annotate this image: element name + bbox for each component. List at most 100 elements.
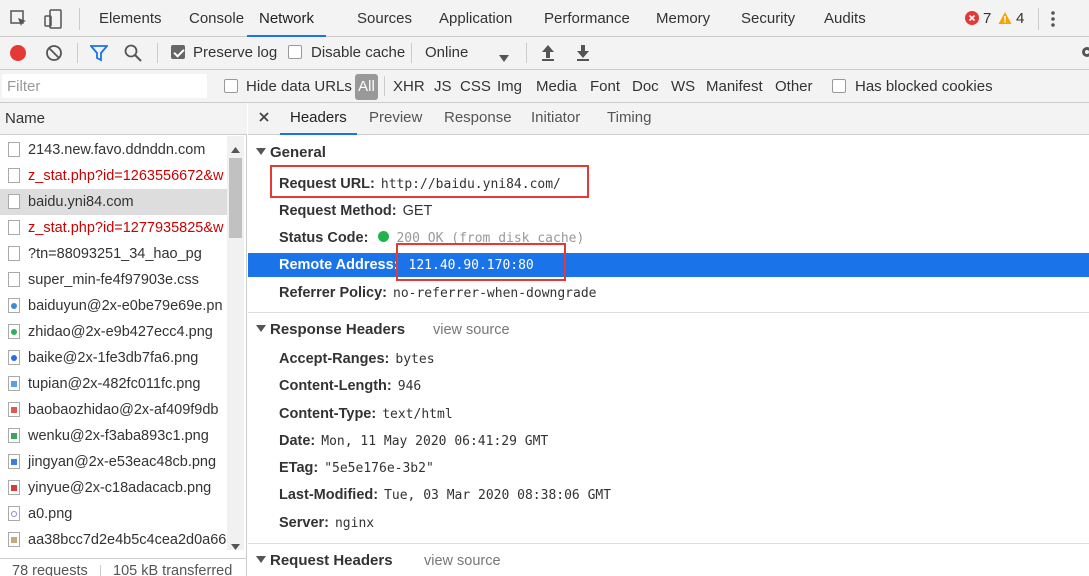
header-row[interactable]: Content-Type: text/html	[279, 402, 453, 426]
tab-headers[interactable]: Headers	[280, 103, 357, 135]
tab-performance[interactable]: Performance	[544, 0, 630, 37]
filter-type-media[interactable]: Media	[536, 70, 577, 103]
filter-type-manifest[interactable]: Manifest	[706, 70, 763, 103]
divider	[100, 565, 101, 576]
request-row[interactable]: super_min-fe4f97903e.css	[0, 267, 227, 293]
image-icon	[8, 298, 20, 313]
view-source-link[interactable]: view source	[424, 550, 501, 572]
header-row[interactable]: ETag: "5e5e176e-3b2"	[279, 456, 434, 480]
hide-data-urls-checkbox[interactable]	[224, 79, 238, 93]
request-row[interactable]: yinyue@2x-c18adacacb.png	[0, 475, 227, 501]
request-row[interactable]: aa38bcc7d2e4b5c4cea2d0a66	[0, 527, 227, 553]
scrollbar-thumb[interactable]	[229, 158, 242, 238]
header-row[interactable]: Server: nginx	[279, 511, 374, 535]
header-key: Request Method:	[279, 203, 397, 219]
throttling-select[interactable]: Online	[425, 37, 468, 69]
tab-initiator[interactable]: Initiator	[531, 103, 580, 135]
preserve-log-label[interactable]: Preserve log	[193, 37, 277, 69]
tab-network[interactable]: Network	[247, 0, 327, 37]
request-row[interactable]: z_stat.php?id=1263556672&w	[0, 163, 227, 189]
tab-elements[interactable]: Elements	[99, 0, 162, 37]
triangle-down-icon	[256, 325, 266, 332]
close-icon[interactable]	[258, 111, 270, 127]
chevron-up-icon[interactable]	[231, 141, 240, 157]
filter-type-other[interactable]: Other	[775, 70, 813, 103]
tab-response[interactable]: Response	[444, 103, 512, 135]
response-headers-section-toggle[interactable]: Response Headers	[256, 319, 405, 341]
filter-type-css[interactable]: CSS	[460, 70, 491, 103]
request-row[interactable]: baiduyun@2x-e0be79e69e.pn	[0, 293, 227, 319]
requests-scrollbar[interactable]	[227, 136, 244, 550]
import-har-icon[interactable]	[540, 44, 556, 66]
request-row[interactable]: 2143.new.favo.ddnddn.com	[0, 137, 227, 163]
tab-memory[interactable]: Memory	[656, 0, 710, 37]
record-icon[interactable]	[10, 45, 26, 61]
name-column-header[interactable]: Name	[0, 103, 247, 135]
filter-type-all[interactable]: All	[355, 74, 378, 100]
request-headers-section-toggle[interactable]: Request Headers	[256, 550, 393, 572]
request-row[interactable]: tupian@2x-482fc011fc.png	[0, 371, 227, 397]
preserve-log-checkbox[interactable]	[171, 45, 185, 59]
header-row[interactable]: Referrer Policy: no-referrer-when-downgra…	[279, 281, 597, 305]
request-name: aa38bcc7d2e4b5c4cea2d0a66	[28, 532, 227, 548]
request-row[interactable]: baike@2x-1fe3db7fa6.png	[0, 345, 227, 371]
devtools-tab-bar: Elements Console Network Sources Applica…	[0, 0, 1089, 37]
chevron-down-icon[interactable]	[499, 50, 509, 66]
header-value: text/html	[382, 407, 453, 422]
view-source-link[interactable]: view source	[433, 319, 510, 341]
filter-type-font[interactable]: Font	[590, 70, 620, 103]
filter-type-js[interactable]: JS	[434, 70, 452, 103]
more-options-icon[interactable]	[1050, 10, 1056, 32]
has-blocked-cookies-label[interactable]: Has blocked cookies	[855, 70, 993, 103]
request-row-selected[interactable]: baidu.yni84.com	[0, 189, 227, 215]
filter-type-ws[interactable]: WS	[671, 70, 695, 103]
warning-icon[interactable]	[998, 11, 1012, 29]
disable-cache-label[interactable]: Disable cache	[311, 37, 405, 69]
tab-console[interactable]: Console	[189, 0, 244, 37]
clear-icon[interactable]	[45, 44, 63, 66]
request-row[interactable]: zhidao@2x-e9b427ecc4.png	[0, 319, 227, 345]
header-row[interactable]: Content-Length: 946	[279, 374, 421, 398]
request-row[interactable]: jingyan@2x-e53eac48cb.png	[0, 449, 227, 475]
has-blocked-cookies-checkbox[interactable]	[832, 79, 846, 93]
requests-list: Name 2143.new.favo.ddnddn.com z_stat.php…	[0, 103, 247, 576]
general-section-toggle[interactable]: General	[256, 142, 326, 164]
header-row[interactable]: Date: Mon, 11 May 2020 06:41:29 GMT	[279, 429, 548, 453]
filter-type-img[interactable]: Img	[497, 70, 522, 103]
error-icon[interactable]	[965, 11, 979, 25]
request-name: super_min-fe4f97903e.css	[28, 272, 199, 288]
chevron-down-icon[interactable]	[231, 538, 240, 554]
tab-timing[interactable]: Timing	[607, 103, 651, 135]
warning-count[interactable]: 4	[1016, 0, 1024, 37]
disable-cache-checkbox[interactable]	[288, 45, 302, 59]
inspect-element-icon[interactable]	[8, 8, 30, 30]
filter-input[interactable]	[2, 74, 207, 98]
device-toolbar-icon[interactable]	[42, 8, 64, 30]
header-row[interactable]: Last-Modified: Tue, 03 Mar 2020 08:38:06 …	[279, 483, 611, 507]
export-har-icon[interactable]	[575, 44, 591, 66]
filter-type-doc[interactable]: Doc	[632, 70, 659, 103]
request-row[interactable]: ?tn=88093251_34_hao_pg	[0, 241, 227, 267]
image-icon	[8, 454, 20, 469]
filter-type-xhr[interactable]: XHR	[393, 70, 425, 103]
settings-gear-icon[interactable]	[1079, 44, 1089, 64]
error-count[interactable]: 7	[983, 0, 991, 37]
search-icon[interactable]	[124, 44, 142, 66]
header-row[interactable]: Accept-Ranges: bytes	[279, 347, 435, 371]
section-title: Request Headers	[270, 552, 393, 569]
request-row[interactable]: baobaozhidao@2x-af409f9db	[0, 397, 227, 423]
request-row[interactable]: z_stat.php?id=1277935825&w	[0, 215, 227, 241]
tab-sources[interactable]: Sources	[357, 0, 412, 37]
tab-preview[interactable]: Preview	[369, 103, 422, 135]
request-row[interactable]: a0.png	[0, 501, 227, 527]
request-name: baobaozhidao@2x-af409f9db	[28, 402, 219, 418]
header-row[interactable]: Request Method: GET	[279, 199, 432, 223]
hide-data-urls-label[interactable]: Hide data URLs	[246, 70, 352, 103]
header-row-selected[interactable]: Remote Address: 121.40.90.170:80	[248, 253, 1089, 277]
request-row[interactable]: wenku@2x-f3aba893c1.png	[0, 423, 227, 449]
tab-security[interactable]: Security	[741, 0, 795, 37]
tab-application[interactable]: Application	[439, 0, 512, 37]
header-value: Mon, 11 May 2020 06:41:29 GMT	[321, 434, 549, 449]
tab-audits[interactable]: Audits	[824, 0, 866, 37]
filter-icon[interactable]	[89, 44, 109, 66]
